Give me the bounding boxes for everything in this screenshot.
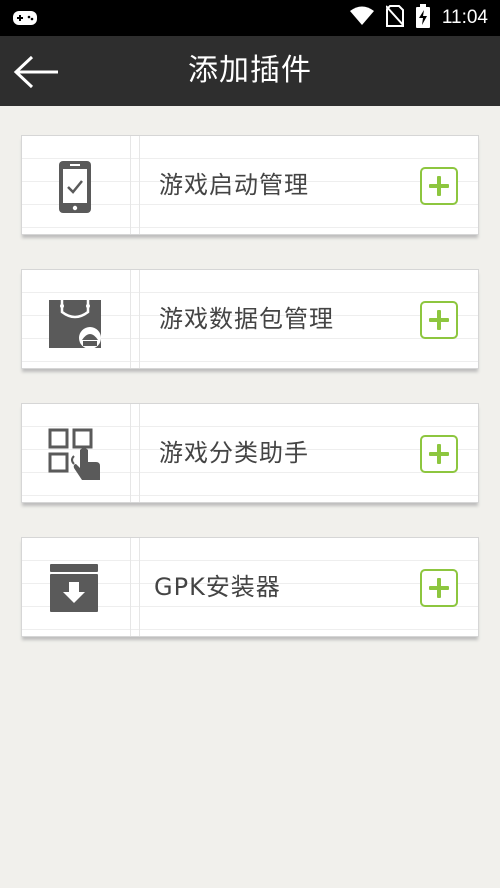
phone-check-icon (48, 160, 102, 214)
plugin-item-data-package[interactable]: 游戏数据包管理 (21, 269, 479, 369)
status-bar: 11:04 (0, 0, 500, 36)
gamepad-icon (12, 8, 38, 32)
download-box-icon (48, 562, 102, 616)
plugin-item-game-launch[interactable]: 游戏启动管理 (21, 135, 479, 235)
shopping-bag-android-icon (48, 294, 102, 349)
plugin-item-game-category[interactable]: 游戏分类助手 (21, 403, 479, 503)
status-time: 11:04 (441, 7, 488, 28)
plugin-label: GPK安装器 (154, 573, 281, 601)
add-icon[interactable] (420, 569, 458, 607)
page-title: 添加插件 (188, 53, 312, 88)
add-icon[interactable] (420, 167, 458, 205)
grid-hand-icon (48, 428, 102, 482)
battery-charging-icon (415, 4, 430, 32)
add-icon[interactable] (420, 301, 458, 339)
plugin-label: 游戏启动管理 (159, 171, 309, 199)
wifi-icon (349, 6, 374, 30)
no-sim-icon (385, 5, 405, 31)
add-icon[interactable] (420, 435, 458, 473)
plugin-label: 游戏数据包管理 (159, 305, 334, 333)
app-bar: 添加插件 (0, 36, 500, 106)
plugin-item-gpk-installer[interactable]: GPK安装器 (21, 537, 479, 637)
plugin-label: 游戏分类助手 (159, 439, 309, 467)
